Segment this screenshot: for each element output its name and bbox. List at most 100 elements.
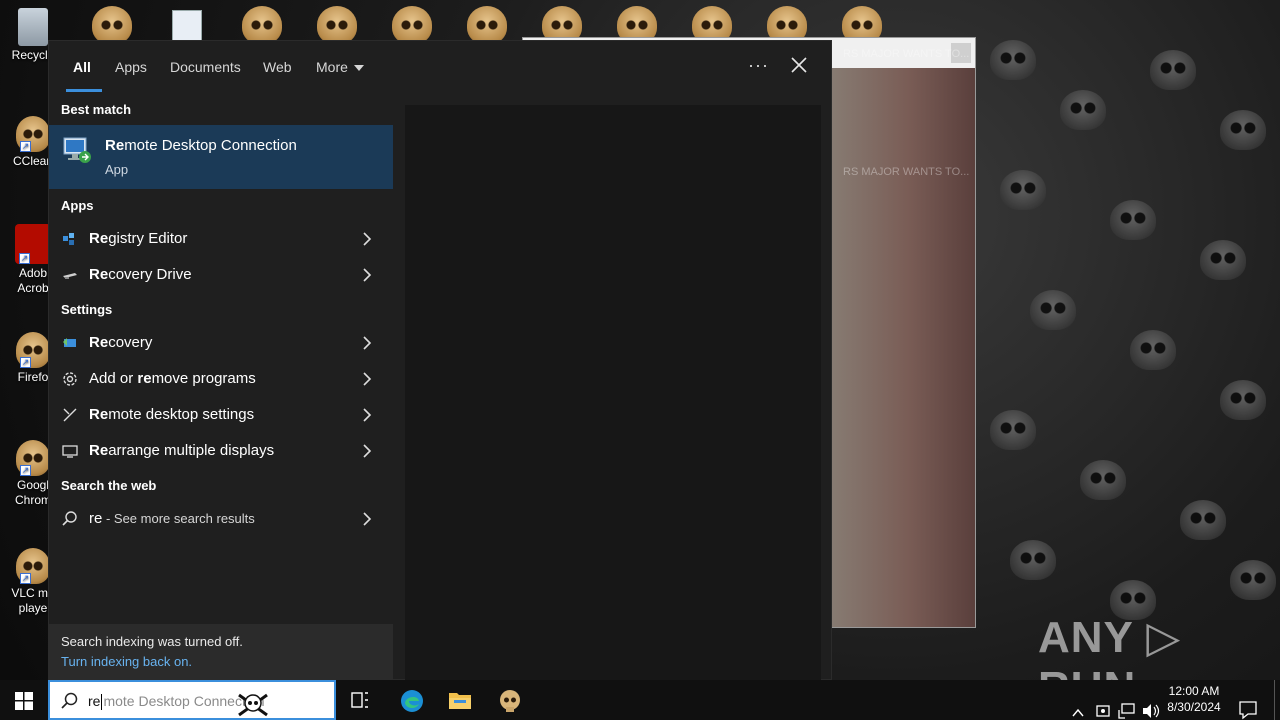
skull-icon: ↗: [16, 116, 50, 152]
tab-apps[interactable]: Apps: [115, 59, 147, 75]
skull-icon: ↗: [16, 548, 50, 584]
chevron-right-icon[interactable]: [361, 268, 373, 282]
match-rest: covery: [108, 334, 153, 351]
result-rearrange-displays[interactable]: Rearrange multiple displays: [49, 434, 393, 468]
best-match-remote-desktop-connection[interactable]: Remote Desktop Connection App: [49, 125, 393, 189]
skull-icon: [500, 690, 520, 712]
task-view-icon: [351, 692, 368, 708]
edge-button[interactable]: [387, 680, 435, 720]
more-options-button[interactable]: ···: [748, 55, 769, 76]
chevron-right-icon[interactable]: [361, 444, 373, 458]
result-add-remove-programs[interactable]: Add or remove programs: [49, 362, 393, 396]
tab-more-label: More: [316, 59, 348, 75]
label-prefix: Add or: [89, 370, 138, 387]
result-recovery[interactable]: Recovery: [49, 326, 393, 360]
match-highlight: Re: [105, 137, 125, 154]
network-security-icon[interactable]: [1094, 691, 1112, 720]
indexing-status-text: Search indexing was turned off.: [61, 634, 243, 649]
gear-icon: [63, 372, 77, 386]
shortcut-arrow-icon: ↗: [19, 253, 30, 264]
volume-icon[interactable]: [1141, 691, 1161, 720]
skull-icon: ↗: [16, 440, 50, 476]
active-tab-indicator: [66, 89, 102, 92]
chevron-right-icon[interactable]: [361, 512, 373, 526]
web-hint: - See more search results: [102, 511, 255, 526]
preview-pane: [405, 105, 821, 681]
file-explorer-button[interactable]: [435, 680, 483, 720]
chevron-right-icon[interactable]: [361, 372, 373, 386]
best-match-header: Best match: [61, 102, 132, 117]
turn-indexing-on-link[interactable]: Turn indexing back on.: [61, 654, 192, 669]
close-button[interactable]: [787, 53, 811, 77]
match-rest: gistry Editor: [108, 230, 188, 247]
match-rest: move programs: [151, 370, 256, 387]
shortcut-arrow-icon: ↗: [20, 141, 31, 152]
close-icon: [791, 57, 807, 73]
best-match-title: Remote Desktop Connection: [105, 137, 297, 154]
start-button[interactable]: [0, 680, 48, 720]
tab-all[interactable]: All: [73, 59, 91, 75]
result-remote-desktop-settings[interactable]: Remote desktop settings: [49, 398, 393, 432]
result-web-search[interactable]: re - See more search results: [49, 502, 393, 536]
result-label: re - See more search results: [89, 510, 255, 527]
show-hidden-icons-chevron-up-icon[interactable]: [1071, 693, 1085, 720]
taskbar-search-input[interactable]: re mote Desktop Connection: [48, 680, 336, 720]
windows-logo-icon: [15, 692, 33, 710]
clock-time: 12:00 AM: [1168, 684, 1220, 698]
search-icon: [61, 692, 78, 709]
shortcut-arrow-icon: ↗: [20, 573, 31, 584]
match-highlight: Re: [89, 442, 109, 459]
match-highlight: Re: [89, 406, 109, 423]
result-label: Registry Editor: [89, 230, 187, 247]
match-rest: covery Drive: [108, 266, 192, 283]
clock-date: 8/30/2024: [1167, 700, 1221, 714]
match-highlight: re: [137, 370, 152, 387]
chevron-right-icon[interactable]: [361, 408, 373, 422]
shortcut-arrow-icon: ↗: [20, 357, 31, 368]
task-view-button[interactable]: [336, 680, 384, 720]
desktop-skull-icon[interactable]: [467, 6, 507, 44]
result-label: Remote desktop settings: [89, 406, 254, 423]
chevron-down-icon: [353, 65, 364, 72]
result-label: Add or remove programs: [89, 370, 256, 387]
skull-app-button[interactable]: [485, 680, 533, 720]
desktop-icon-label: CClean: [12, 154, 54, 168]
recovery-icon: [63, 338, 76, 347]
typed-text: re: [88, 693, 101, 709]
chevron-right-icon[interactable]: [361, 336, 373, 350]
skull-crossbones-icon: [238, 693, 268, 717]
result-registry-editor[interactable]: Registry Editor: [49, 222, 393, 256]
tab-documents[interactable]: Documents: [170, 59, 241, 75]
faint-caption: RS MAJOR WANTS TO...: [843, 48, 970, 60]
remote-desktop-icon: [63, 137, 91, 163]
chevron-right-icon[interactable]: [361, 232, 373, 246]
notification-center-icon[interactable]: [1238, 690, 1258, 720]
desktop-skull-icon[interactable]: [317, 6, 357, 44]
match-rest: mote desktop settings: [108, 406, 255, 423]
apps-header: Apps: [61, 198, 94, 213]
show-desktop-button[interactable]: [1274, 680, 1275, 720]
result-label: Recovery Drive: [89, 266, 192, 283]
desktop-skull-icon[interactable]: [242, 6, 282, 44]
clock[interactable]: 12:00 AM 8/30/2024: [1160, 683, 1228, 715]
taskbar: re mote Desktop Connection 12:00 AM 8/30/…: [0, 680, 1280, 720]
match-highlight: Re: [89, 266, 109, 283]
desktop-skull-icon[interactable]: [392, 6, 432, 44]
web-query: re: [89, 510, 103, 527]
search-icon: [62, 511, 77, 526]
match-highlight: Re: [89, 230, 109, 247]
tab-web[interactable]: Web: [263, 59, 292, 75]
folder-icon: [449, 693, 471, 709]
best-match-subtitle: App: [105, 162, 129, 177]
network-icon[interactable]: [1117, 691, 1137, 720]
indexing-notice: Search indexing was turned off. Turn ind…: [49, 624, 393, 681]
match-highlight: Re: [89, 334, 109, 351]
match-rest: mote Desktop Connection: [124, 137, 297, 154]
document-icon[interactable]: [172, 10, 202, 44]
tab-more[interactable]: More: [316, 59, 364, 75]
desktop-icon-label: Firefo: [17, 370, 49, 384]
result-recovery-drive[interactable]: Recovery Drive: [49, 258, 393, 292]
desktop-skull-icon[interactable]: [92, 6, 132, 44]
shortcut-arrow-icon: ↗: [20, 465, 31, 476]
remote-settings-icon: [63, 408, 77, 422]
